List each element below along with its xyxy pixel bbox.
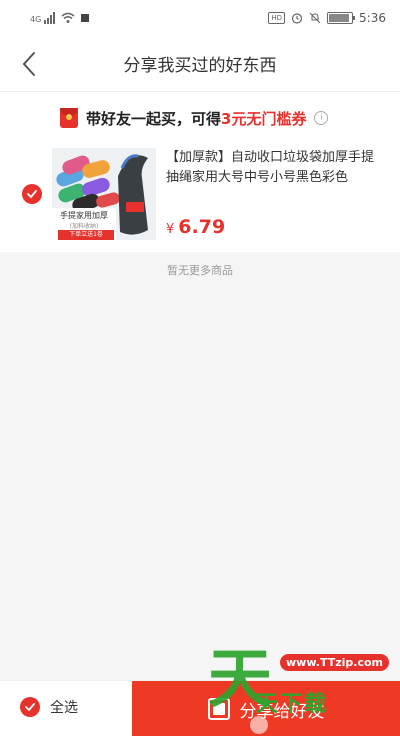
touch-indicator (250, 716, 268, 734)
nav-bar: 分享我买过的好东西 (0, 36, 400, 92)
list-end-text: 暂无更多商品 (167, 264, 233, 277)
status-right: HD 5:36 (268, 11, 386, 25)
promo-coupon: 3元无门槛券 (221, 109, 307, 128)
product-image[interactable]: 手提家用加厚 (加料收纳) 下单立送1卷 (52, 148, 156, 240)
select-all-checkbox[interactable] (20, 697, 40, 717)
promo-prefix: 带好友一起买，可得 (86, 109, 222, 128)
recording-icon (81, 14, 90, 22)
network-type: 4G (30, 15, 42, 24)
price-currency: ¥ (166, 222, 175, 237)
red-packet-icon (60, 108, 78, 128)
wifi-icon (61, 12, 75, 23)
bottom-bar: 全选 分享给好友 (0, 680, 400, 736)
clock: 5:36 (359, 11, 386, 25)
product-price: ¥ 6.79 (166, 216, 225, 238)
check-icon (25, 703, 35, 711)
share-icon (207, 698, 230, 720)
watermark-url: www.TTzip.com (280, 654, 389, 671)
product-checkbox[interactable] (22, 184, 42, 204)
promo-banner: 带好友一起买，可得3元无门槛券 i (60, 106, 329, 130)
status-left: 4G (30, 12, 90, 24)
check-icon (27, 190, 37, 198)
hd-icon: HD (268, 12, 286, 24)
back-icon[interactable] (14, 48, 46, 80)
price-value: 6.79 (178, 216, 226, 238)
select-all-label: 全选 (50, 700, 78, 716)
mute-icon (309, 12, 321, 24)
select-all-toggle[interactable]: 全选 (20, 697, 78, 717)
alarm-icon (291, 13, 303, 24)
info-icon[interactable]: i (314, 111, 329, 125)
signal-icon (44, 12, 56, 24)
battery-icon (327, 12, 356, 24)
share-card: 带好友一起买，可得3元无门槛券 i 手提家用加厚 (加料收纳) 下单立送1卷 【… (0, 92, 400, 252)
page-title: 分享我买过的好东西 (123, 56, 277, 76)
image-caption-main: 手提家用加厚 (60, 211, 108, 220)
status-bar: 4G HD 5:36 (0, 0, 400, 36)
promo-text: 带好友一起买，可得3元无门槛券 (86, 108, 306, 129)
image-promo-tag: 下单立送1卷 (58, 230, 114, 240)
product-title[interactable]: 【加厚款】自动收口垃圾袋加厚手提抽绳家用大号中号小号黑色彩色 (166, 148, 386, 188)
